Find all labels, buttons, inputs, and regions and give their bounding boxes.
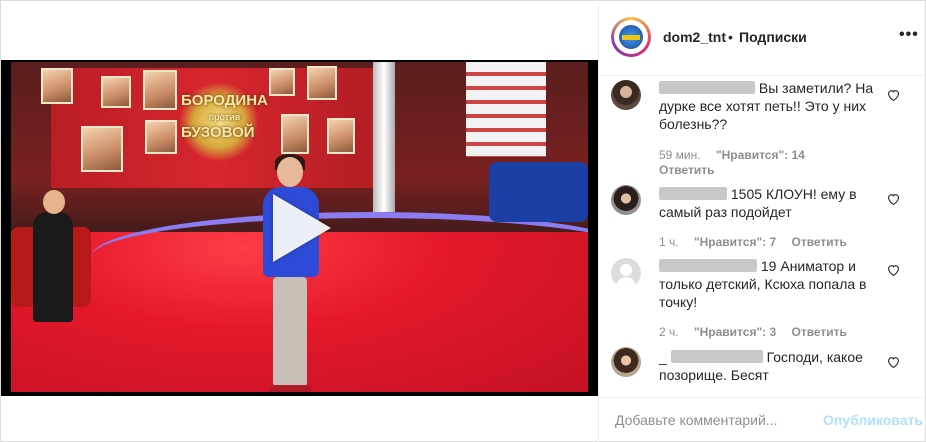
comment-likes[interactable]: "Нравится": 14 (716, 148, 805, 162)
banner-line-2: против (208, 112, 241, 122)
comment-meta: 1 ч. "Нравится": 7 Ответить (659, 235, 859, 249)
wall-photo (41, 68, 73, 104)
publish-button[interactable]: Опубликовать (823, 412, 923, 428)
comment-text: 1505 КЛОУН! ему в самый раз подойдет (659, 185, 889, 221)
comment-time: 1 ч. (659, 235, 679, 249)
comment-text: _ Господи, какое позорище. Бесят (659, 348, 889, 384)
like-heart-icon[interactable] (887, 356, 900, 368)
comment-likes[interactable]: "Нравится": 7 (694, 235, 776, 249)
comment-prefix: _ (659, 349, 667, 365)
account-avatar[interactable] (611, 17, 651, 57)
like-heart-icon[interactable] (887, 264, 900, 276)
comment-text: Вы заметили? На дурке все хотят петь!! Э… (659, 79, 889, 133)
commenter-avatar[interactable] (611, 185, 641, 215)
comments-list[interactable]: Вы заметили? На дурке все хотят петь!! Э… (599, 77, 925, 397)
seated-person (33, 190, 73, 322)
commenter-avatar[interactable] (611, 258, 641, 288)
studio-stripes (466, 62, 546, 157)
right-sofa (489, 162, 588, 222)
comment-prefix: 1505 (730, 186, 763, 202)
standing-person (259, 154, 321, 392)
header-separator: • (728, 29, 733, 45)
blurred-username (659, 81, 755, 94)
commenter-avatar[interactable] (611, 80, 641, 110)
post-header: dom2_tnt • Подписки ••• (599, 0, 925, 76)
wall-photo (281, 114, 309, 154)
reply-button[interactable]: Ответить (791, 235, 846, 249)
wall-photo (269, 68, 295, 96)
show-banner: БОРОДИНА против БУЗОВОЙ (181, 90, 268, 144)
wall-photo (307, 66, 337, 100)
wall-photo (81, 126, 123, 172)
comment-prefix: 19 (760, 258, 777, 274)
banner-line-3: БУЗОВОЙ (181, 124, 255, 141)
like-heart-icon[interactable] (887, 193, 900, 205)
wall-photo (101, 76, 131, 108)
play-icon[interactable] (273, 194, 331, 262)
more-options-icon[interactable]: ••• (899, 26, 919, 44)
comment-time: 59 мин. (659, 148, 701, 162)
comment-input[interactable] (615, 410, 805, 430)
wall-photo (145, 120, 177, 154)
comment-likes[interactable]: "Нравится": 3 (694, 325, 776, 339)
wall-photo (327, 118, 355, 154)
comment-meta: 59 мин. "Нравится": 14 (659, 148, 817, 162)
account-username[interactable]: dom2_tnt (663, 29, 726, 45)
add-comment-bar: Опубликовать (599, 397, 925, 441)
banner-line-1: БОРОДИНА (181, 92, 268, 109)
following-button[interactable]: Подписки (739, 29, 807, 45)
like-heart-icon[interactable] (887, 89, 900, 101)
blurred-username (659, 187, 727, 200)
video-player[interactable]: БОРОДИНА против БУЗОВОЙ (1, 60, 598, 396)
comment-text: 19 Аниматор и только детский, Ксюха попа… (659, 257, 889, 311)
blurred-username (659, 259, 757, 272)
comment-meta: 2 ч. "Нравится": 3 Ответить (659, 325, 859, 339)
dom2-logo-icon (619, 25, 643, 49)
comment-time: 2 ч. (659, 325, 679, 339)
reply-button[interactable]: Ответить (791, 325, 846, 339)
wall-photo (143, 70, 177, 110)
blurred-username (670, 350, 763, 363)
studio-column (373, 62, 395, 212)
commenter-avatar[interactable] (611, 347, 641, 377)
reply-button[interactable]: Ответить (659, 163, 714, 177)
